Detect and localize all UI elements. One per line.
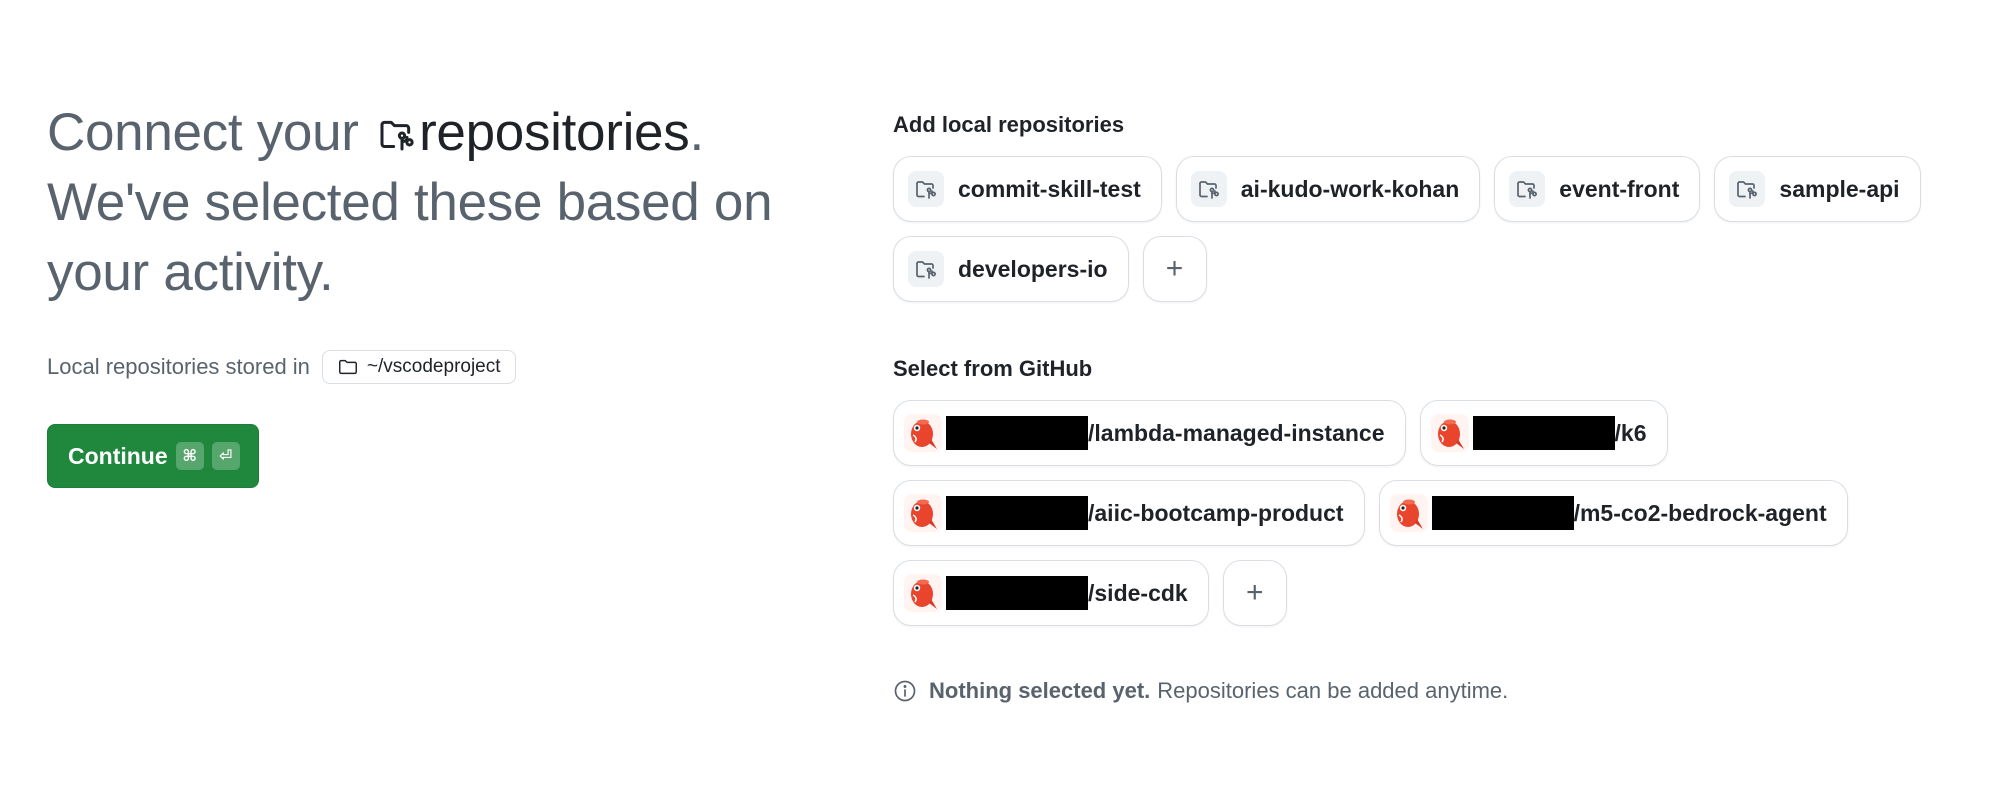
local-section-title: Add local repositories [893, 112, 1125, 137]
command-key-hint: ⌘ [175, 442, 204, 470]
onboarding-page: Connect your repositories. We've selecte… [0, 0, 1996, 788]
repo-folder-icon-box [1509, 171, 1546, 207]
headline-line2: We've selected these based on [47, 173, 773, 232]
github-repo-chip[interactable]: /lambda-managed-instance [893, 400, 1406, 466]
github-repo-name: /m5-co2-bedrock-agent [1573, 499, 1827, 526]
local-repo-list: commit-skill-test ai-kudo-work-kohan eve… [893, 156, 1973, 302]
github-section: Select from GitHub /lambda-managed-insta… [893, 356, 1973, 626]
notice-bold: Nothing selected yet. [929, 678, 1151, 703]
owner-avatar [1389, 494, 1428, 532]
repo-folder-icon [916, 261, 936, 279]
github-repo-chip[interactable]: /aiic-bootcamp-product [893, 480, 1365, 546]
repo-folder-icon [916, 181, 936, 199]
sea-bream-icon [1437, 419, 1464, 449]
local-repo-chip[interactable]: developers-io [893, 236, 1129, 302]
owner-avatar [904, 494, 942, 532]
repo-folder-icon-box [1190, 171, 1227, 207]
redacted-owner [946, 416, 1088, 450]
sea-bream-icon [911, 579, 937, 609]
enter-key-hint: ⏎ [211, 442, 240, 470]
redacted-owner [1472, 416, 1615, 450]
continue-button[interactable]: Continue ⌘ ⏎ [47, 424, 259, 488]
redacted-owner [946, 496, 1088, 530]
github-repo-chip[interactable]: /m5-co2-bedrock-agent [1378, 480, 1848, 546]
repo-folder-icon-box [908, 251, 944, 287]
storage-location: Local repositories stored in ~/vscodepro… [47, 350, 807, 384]
github-repo-name: /k6 [1614, 419, 1647, 446]
owner-avatar [1430, 414, 1469, 452]
local-repo-name: commit-skill-test [958, 175, 1141, 202]
github-repo-chip[interactable]: /side-cdk [893, 560, 1209, 626]
storage-path: ~/vscodeproject [366, 356, 501, 377]
repo-folder-icon [380, 120, 414, 151]
folder-icon [338, 359, 357, 375]
headline-part1: Connect your [47, 103, 359, 162]
local-repo-chip[interactable]: sample-api [1714, 156, 1921, 222]
local-repo-chip[interactable]: commit-skill-test [893, 156, 1162, 222]
github-repo-name: /lambda-managed-instance [1088, 419, 1385, 446]
add-local-repo-button[interactable]: + [1142, 236, 1207, 302]
add-github-repo-button[interactable]: + [1222, 560, 1287, 626]
local-repo-name: event-front [1559, 175, 1680, 202]
local-repo-name: developers-io [958, 255, 1108, 282]
info-icon [894, 680, 916, 702]
sea-bream-icon [1396, 499, 1423, 529]
repo-folder-icon-box [908, 171, 944, 207]
sea-bream-icon [911, 499, 937, 529]
redacted-owner [946, 576, 1088, 610]
storage-label: Local repositories stored in [47, 354, 310, 379]
repo-folder-icon [1517, 181, 1538, 199]
github-section-title: Select from GitHub [893, 356, 1093, 381]
github-repo-list: /lambda-managed-instance /k6 /aiic-bootc… [893, 400, 1973, 626]
page-title: Connect your repositories. We've selecte… [47, 98, 807, 308]
headline-line3: your activity. [47, 243, 334, 302]
headline-period: . [689, 103, 704, 162]
local-repo-name: sample-api [1779, 175, 1900, 202]
github-repo-name: /side-cdk [1088, 579, 1188, 606]
owner-avatar [904, 574, 942, 612]
sea-bream-icon [911, 419, 937, 449]
selection-notice: Nothing selected yet. Repositories can b… [893, 678, 1973, 704]
local-repo-chip[interactable]: ai-kudo-work-kohan [1175, 156, 1481, 222]
repo-folder-icon [1198, 181, 1219, 199]
redacted-owner [1431, 496, 1574, 530]
github-repo-chip[interactable]: /k6 [1419, 400, 1668, 466]
repository-panel: Add local repositories commit-skill-test… [893, 112, 1973, 704]
repo-folder-icon-box [1729, 171, 1766, 207]
notice-text: Repositories can be added anytime. [1157, 678, 1509, 703]
owner-avatar [904, 414, 942, 452]
headline-repositories: repositories [419, 103, 690, 162]
intro-panel: Connect your repositories. We've selecte… [47, 98, 807, 488]
storage-path-chip[interactable]: ~/vscodeproject [321, 350, 516, 384]
local-repo-name: ai-kudo-work-kohan [1240, 175, 1460, 202]
github-repo-name: /aiic-bootcamp-product [1088, 499, 1344, 526]
repo-folder-icon [1737, 181, 1758, 199]
local-repo-chip[interactable]: event-front [1494, 156, 1701, 222]
continue-label: Continue [68, 442, 168, 469]
